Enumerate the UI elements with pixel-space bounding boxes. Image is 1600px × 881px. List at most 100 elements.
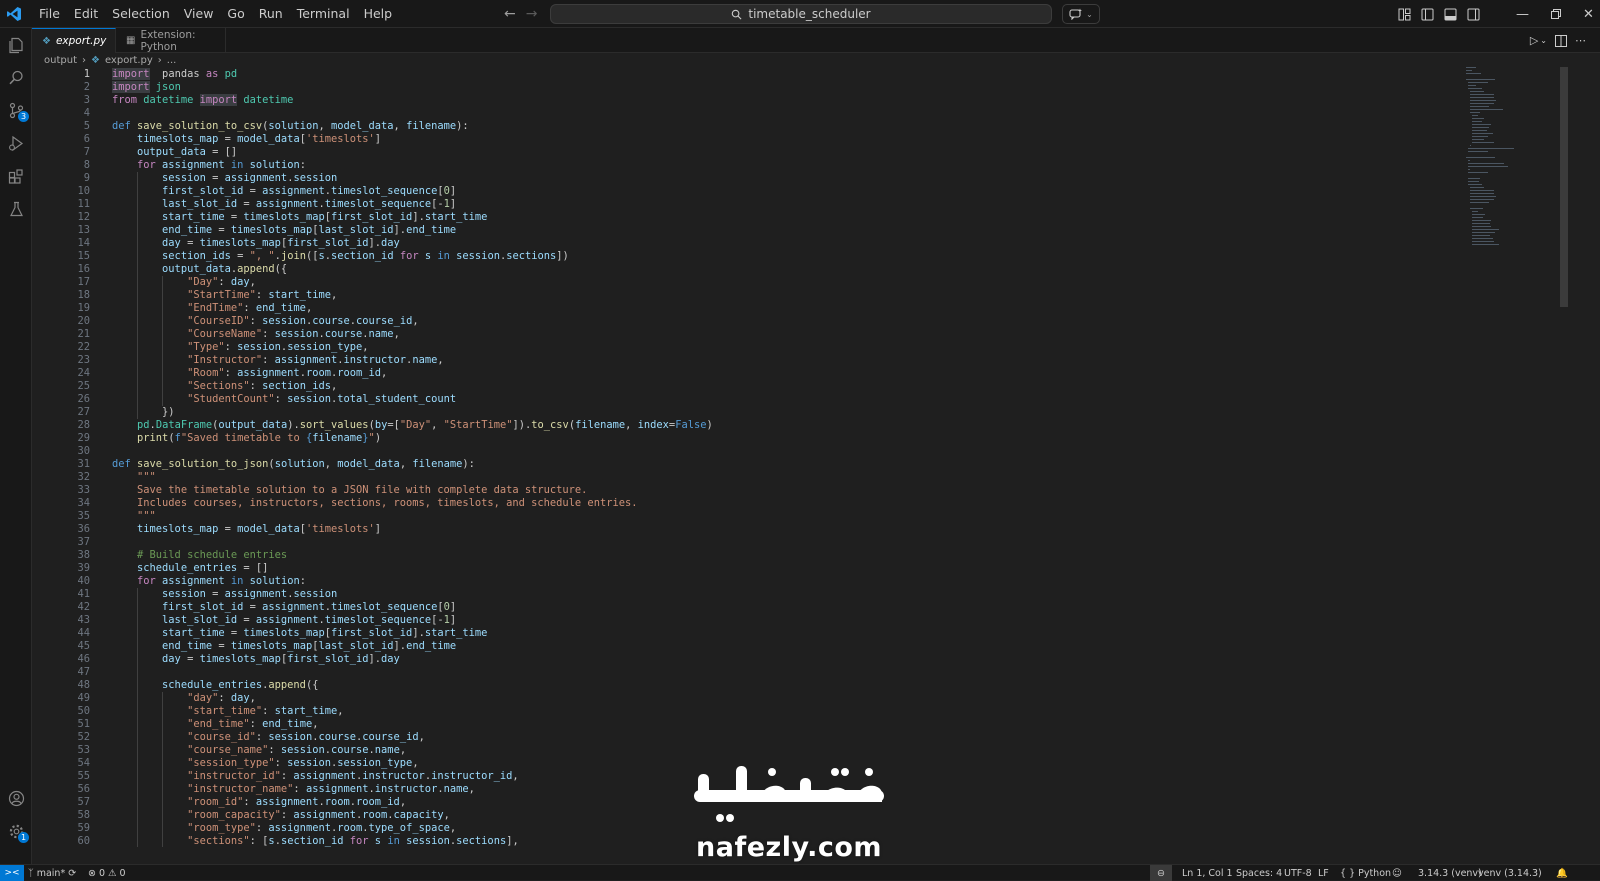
source-control-icon[interactable]: 3 [6,100,29,122]
code-line[interactable]: 45 end_time = timeslots_map[last_slot_id… [32,640,1452,653]
cursor-position[interactable]: Ln 1, Col 1 [1182,865,1233,881]
code-line[interactable]: 52 "course_id": session.course.course_id… [32,731,1452,744]
code-line[interactable]: 2 import json [32,81,1452,94]
code-line[interactable]: 22 "Type": session.session_type, [32,341,1452,354]
code-line[interactable]: 13 end_time = timeslots_map[last_slot_id… [32,224,1452,237]
code-line[interactable]: 8 for assignment in solution: [32,159,1452,172]
code-line[interactable]: 4 [32,107,1452,120]
close-icon[interactable]: ✕ [1583,7,1594,22]
code-line[interactable]: 12 start_time = timeslots_map[first_slot… [32,211,1452,224]
code-line[interactable]: 58 "room_capacity": assignment.room.capa… [32,809,1452,822]
code-line[interactable]: 39 schedule_entries = [] [32,562,1452,575]
code-line[interactable]: 44 start_time = timeslots_map[first_slot… [32,627,1452,640]
code-line[interactable]: 49 "day": day, [32,692,1452,705]
command-center-search[interactable]: timetable_scheduler [550,4,1052,24]
code-line[interactable]: 37 [32,536,1452,549]
code-line[interactable]: 24 "Room": assignment.room.room_id, [32,367,1452,380]
code-line[interactable]: 23 "Instructor": assignment.instructor.n… [32,354,1452,367]
back-arrow-icon[interactable]: ← [504,6,516,22]
editor-scrollbar[interactable] [1560,67,1568,307]
run-and-debug-icon[interactable] [6,133,26,153]
code-line[interactable]: 59 "room_type": assignment.room.type_of_… [32,822,1452,835]
zoom-indicator[interactable]: ⊖ [1150,865,1172,881]
breadcrumb-folder[interactable]: output [44,55,77,66]
code-line[interactable]: 31 def save_solution_to_json(solution, mo… [32,458,1452,471]
virtual-env[interactable]: venv (3.14.3) [1478,865,1542,881]
code-line[interactable]: 41 session = assignment.session [32,588,1452,601]
menu-edit[interactable]: Edit [67,0,105,28]
code-line[interactable]: 43 last_slot_id = assignment.timeslot_se… [32,614,1452,627]
code-line[interactable]: 26 "StudentCount": session.total_student… [32,393,1452,406]
language-mode[interactable]: { } Python [1340,865,1391,881]
search-icon[interactable] [6,67,26,87]
testing-flask-icon[interactable] [6,199,26,219]
account-icon[interactable] [6,788,26,808]
code-line[interactable]: 11 last_slot_id = assignment.timeslot_se… [32,198,1452,211]
code-line[interactable]: 14 day = timeslots_map[first_slot_id].da… [32,237,1452,250]
code-line[interactable]: 1 import pandas as pd [32,68,1452,81]
menu-file[interactable]: File [32,0,67,28]
indentation[interactable]: Spaces: 4 [1236,865,1282,881]
breadcrumb-symbol[interactable]: ... [167,55,177,66]
code-line[interactable]: 50 "start_time": start_time, [32,705,1452,718]
code-line[interactable]: 60 "sections": [s.section_id for s in se… [32,835,1452,847]
code-line[interactable]: 20 "CourseID": session.course.course_id, [32,315,1452,328]
code-line[interactable]: 40 for assignment in solution: [32,575,1452,588]
code-line[interactable]: 34 Includes courses, instructors, sectio… [32,497,1452,510]
code-line[interactable]: 10 first_slot_id = assignment.timeslot_s… [32,185,1452,198]
code-line[interactable]: 9 session = assignment.session [32,172,1452,185]
code-line[interactable]: 25 "Sections": section_ids, [32,380,1452,393]
run-chevron-icon[interactable]: ⌄ [1540,36,1547,45]
code-line[interactable]: 29 print(f"Saved timetable to {filename}… [32,432,1452,445]
encoding[interactable]: UTF-8 [1284,865,1312,881]
code-line[interactable]: 18 "StartTime": start_time, [32,289,1452,302]
code-line[interactable]: 30 [32,445,1452,458]
python-interpreter[interactable]: 3.14.3 (venv) [1418,865,1482,881]
tab-extension-python[interactable]: ▦ Extension: Python [116,28,226,53]
menu-selection[interactable]: Selection [105,0,177,28]
code-line[interactable]: 27 }) [32,406,1452,419]
code-line[interactable]: 33 Save the timetable solution to a JSON… [32,484,1452,497]
code-line[interactable]: 56 "instructor_name": assignment.instruc… [32,783,1452,796]
code-line[interactable]: 28 pd.DataFrame(output_data).sort_values… [32,419,1452,432]
toggle-primary-sidebar-icon[interactable] [1421,8,1434,21]
customize-layout-icon[interactable] [1398,8,1411,21]
code-line[interactable]: 36 timeslots_map = model_data['timeslots… [32,523,1452,536]
code-line[interactable]: 51 "end_time": end_time, [32,718,1452,731]
code-line[interactable]: 16 output_data.append({ [32,263,1452,276]
menu-help[interactable]: Help [357,0,400,28]
code-line[interactable]: 17 "Day": day, [32,276,1452,289]
code-line[interactable]: 47 [32,666,1452,679]
extensions-icon[interactable] [6,166,26,186]
split-editor-icon[interactable] [1555,34,1567,47]
copilot-chat-button[interactable]: ⌄ [1062,4,1100,24]
code-line[interactable]: 38 # Build schedule entries [32,549,1452,562]
breadcrumb-file[interactable]: export.py [105,55,153,66]
minimize-icon[interactable]: — [1516,7,1529,22]
code-line[interactable]: 3 from datetime import datetime [32,94,1452,107]
settings-gear-icon[interactable]: 1 [6,821,29,843]
code-line[interactable]: 21 "CourseName": session.course.name, [32,328,1452,341]
code-line[interactable]: 55 "instructor_id": assignment.instructo… [32,770,1452,783]
code-line[interactable]: 46 day = timeslots_map[first_slot_id].da… [32,653,1452,666]
explorer-icon[interactable] [6,35,26,55]
code-line[interactable]: 5 def save_solution_to_csv(solution, mode… [32,120,1452,133]
problems-indicator[interactable]: ⊗ 0 ⚠ 0 [88,865,126,881]
code-line[interactable]: 48 schedule_entries.append({ [32,679,1452,692]
code-line[interactable]: 35 """ [32,510,1452,523]
more-actions-icon[interactable]: ⋯ [1575,34,1586,47]
code-line[interactable]: 54 "session_type": session.session_type, [32,757,1452,770]
git-branch[interactable]: ᛉ main* ⟳ [28,865,76,881]
code-line[interactable]: 6 timeslots_map = model_data['timeslots'… [32,133,1452,146]
menu-go[interactable]: Go [220,0,251,28]
toggle-panel-icon[interactable] [1444,8,1457,21]
notifications-bell-icon[interactable]: 🔔 [1556,865,1568,881]
end-of-line[interactable]: LF [1318,865,1329,881]
menu-terminal[interactable]: Terminal [290,0,357,28]
copilot-status[interactable]: ☺ [1392,865,1402,881]
menu-view[interactable]: View [177,0,221,28]
code-line[interactable]: 42 first_slot_id = assignment.timeslot_s… [32,601,1452,614]
code-line[interactable]: 7 output_data = [] [32,146,1452,159]
menu-run[interactable]: Run [252,0,290,28]
toggle-secondary-sidebar-icon[interactable] [1467,8,1480,21]
